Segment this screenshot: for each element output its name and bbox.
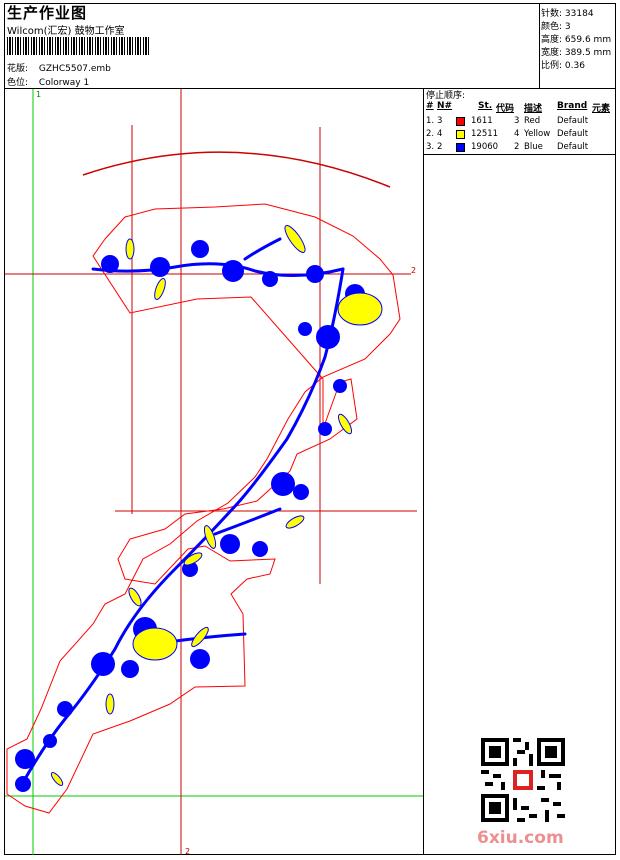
studio-subtitle: Wilcom(汇宏) 鼓物工作室	[7, 26, 125, 37]
stat-label: 高度:	[541, 35, 563, 45]
stat-value: 3	[564, 22, 571, 32]
embroidery-canvas: 1 2 2	[5, 89, 423, 855]
yellow-flowers	[50, 225, 383, 786]
barcode	[7, 37, 149, 55]
colorway-value: Colorway 1	[38, 78, 90, 88]
col-header-needle: N#	[437, 101, 453, 111]
row-code: 3	[514, 116, 520, 126]
page-title: 生产作业图	[7, 4, 88, 22]
design-file-name: GZHC5507.emb	[38, 64, 111, 74]
blue-flowers	[15, 240, 365, 792]
watermark: 6xiu.com	[477, 828, 564, 848]
top-arc	[82, 151, 391, 188]
col-header-index: #	[426, 101, 434, 111]
colorway-label: 色位:	[7, 78, 29, 88]
row-needle: 3	[437, 116, 443, 126]
design-file-label: 花版:	[7, 64, 29, 74]
row-stitches: 1611	[471, 116, 493, 126]
row-description: Blue	[524, 142, 543, 152]
stats-divider	[539, 3, 540, 88]
panel-divider	[423, 88, 424, 855]
row-index: 3.	[426, 142, 435, 152]
red-ruler-label-v: 2	[185, 847, 190, 855]
stat-label: 宽度:	[541, 48, 563, 58]
stat-color-count: 颜色: 3	[541, 19, 571, 32]
row-index: 1.	[426, 116, 435, 126]
row-stitches: 19060	[471, 142, 499, 152]
stat-label: 颜色:	[541, 22, 563, 32]
stat-value: 33184	[564, 9, 594, 19]
row-brand: Default	[557, 142, 589, 152]
row-index: 2.	[426, 129, 435, 139]
col-header-brand: Brand	[557, 101, 588, 111]
stat-width: 宽度: 389.5 mm	[541, 45, 611, 58]
colorway-row: 色位: Colorway 1	[7, 75, 89, 88]
color-swatch	[456, 143, 465, 152]
red-ruler-label-h: 2	[411, 266, 416, 275]
row-description: Yellow	[524, 129, 551, 139]
stat-stitch-count: 针数: 33184	[541, 6, 594, 19]
stat-height: 高度: 659.6 mm	[541, 32, 611, 45]
table-divider	[423, 154, 616, 155]
stat-value: 389.5 mm	[564, 48, 612, 58]
col-header-code: 代码	[496, 104, 515, 114]
row-code: 4	[514, 129, 520, 139]
stop-sequence-title: 停止顺序:	[426, 91, 466, 101]
color-swatch	[456, 130, 465, 139]
stat-value: 0.36	[564, 61, 585, 71]
row-needle: 4	[437, 129, 443, 139]
design-file-row: 花版: GZHC5507.emb	[7, 61, 111, 74]
col-header-description: 描述	[524, 104, 543, 114]
stat-label: 针数:	[541, 9, 563, 19]
color-swatch	[456, 117, 465, 126]
stat-value: 659.6 mm	[564, 35, 612, 45]
row-description: Red	[524, 116, 541, 126]
row-brand: Default	[557, 116, 589, 126]
green-ruler-label: 1	[36, 90, 41, 99]
row-code: 2	[514, 142, 520, 152]
blue-vine-stitching	[23, 237, 345, 781]
qr-code	[481, 738, 565, 822]
row-needle: 2	[437, 142, 443, 152]
col-header-stitches: St.	[478, 101, 493, 111]
col-header-element: 元素	[592, 104, 611, 114]
stat-scale: 比例: 0.36	[541, 58, 585, 71]
row-stitches: 12511	[471, 129, 499, 139]
stat-label: 比例:	[541, 61, 563, 71]
design-outline	[6, 203, 401, 814]
row-brand: Default	[557, 129, 589, 139]
